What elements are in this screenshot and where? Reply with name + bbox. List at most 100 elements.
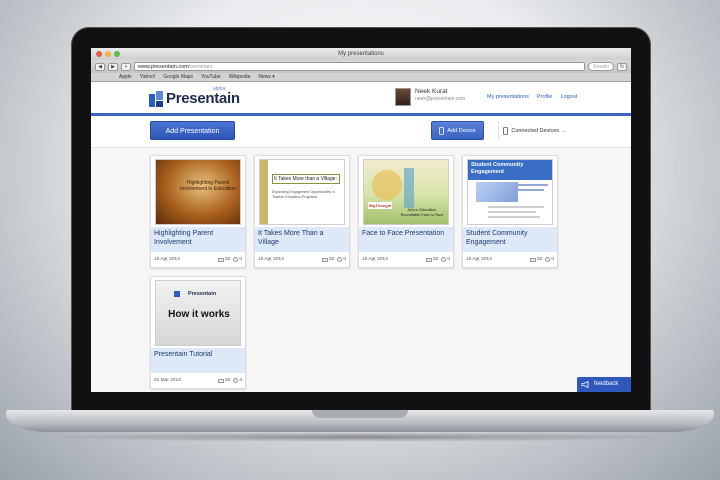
slide-thumbnail[interactable]: BigThought Arts in Education Roundtable …: [363, 159, 449, 225]
browser-toolbar: ◀ ▶ + www.presentain.com/seminars Reader…: [91, 60, 631, 73]
view-count: 0: [239, 257, 242, 262]
thumbnail-brand: Presentain: [174, 291, 216, 297]
presentation-date: 15 Apr 2013: [258, 257, 284, 262]
laptop-shadow: [40, 432, 680, 442]
bookmark-yahoo[interactable]: Yahoo!: [140, 74, 155, 80]
presentation-meta: 01 Mar 2013 32 4: [154, 378, 242, 383]
refresh-icon[interactable]: ↻: [617, 62, 627, 71]
window-title: My presentations: [338, 51, 384, 57]
presentation-meta: 15 Apr 2013 32 0: [258, 257, 346, 262]
presentation-title[interactable]: Student Community Engagement: [463, 227, 557, 252]
slide-count: 32: [224, 378, 231, 383]
slide-count: 32: [432, 257, 439, 262]
nav-profile[interactable]: Profile: [537, 94, 553, 100]
slide-count: 32: [536, 257, 543, 262]
maximize-window-button[interactable]: [114, 51, 120, 57]
bookmarks-bar: Apple Yahoo! Google Maps YouTube Wikiped…: [91, 73, 631, 82]
bookmark-google-maps[interactable]: Google Maps: [163, 74, 193, 80]
slides-icon: [217, 257, 224, 262]
views-icon: [233, 257, 239, 262]
presentation-card[interactable]: It Takes More than a Village: Expanding …: [254, 155, 350, 268]
user-name: Neek Kurat: [415, 88, 448, 95]
presentation-meta: 15 Apr 2013 32 0: [154, 257, 242, 262]
presentation-card[interactable]: Highlighting Parent Involvement in Educa…: [150, 155, 246, 268]
slides-icon: [321, 257, 328, 262]
thumbnail-text: It Takes More than a Village:: [272, 174, 340, 184]
bookmark-youtube[interactable]: YouTube: [201, 74, 221, 80]
presentation-title[interactable]: It Takes More Than a Village: [255, 227, 349, 252]
bookmark-news[interactable]: News ▾: [258, 74, 274, 80]
view-count: 0: [447, 257, 450, 262]
presentation-date: 01 Mar 2013: [154, 378, 181, 383]
device-icon: [503, 126, 509, 135]
presentation-card[interactable]: Presentain How it works Presentain Tutor…: [150, 276, 246, 389]
header-nav: My presentations Profile Logout: [487, 94, 577, 100]
presentation-title[interactable]: Face to Face Presentation: [359, 227, 453, 252]
presentation-title[interactable]: Presentain Tutorial: [151, 348, 245, 373]
presentation-date: 15 Apr 2013: [362, 257, 388, 262]
thumbnail-brand: BigThought: [368, 202, 393, 209]
connected-devices-dropdown[interactable]: Connected Devices ⌄: [498, 121, 571, 140]
screen: My presentations ◀ ▶ + www.presentain.co…: [91, 48, 631, 392]
views-icon: [337, 257, 343, 262]
slide-thumbnail[interactable]: Student Community Engagement: [467, 159, 553, 225]
slides-icon: [529, 257, 536, 262]
app-header: Presentain alpha Neek Kurat neek@present…: [91, 82, 631, 116]
url-path: /seminars: [188, 64, 213, 70]
user-info: Neek Kurat neek@presentain.com: [395, 88, 465, 106]
slide-thumbnail[interactable]: Highlighting Parent Involvement in Educa…: [155, 159, 241, 225]
nav-my-presentations[interactable]: My presentations: [487, 94, 529, 100]
browser-titlebar: My presentations: [91, 48, 631, 60]
window-controls: [96, 51, 120, 57]
slides-icon: [217, 378, 224, 383]
bookmark-wikipedia[interactable]: Wikipedia: [229, 74, 251, 80]
minimize-window-button[interactable]: [105, 51, 111, 57]
logo-alpha-tag: alpha: [213, 86, 226, 92]
view-count: 4: [239, 378, 242, 383]
add-device-label: Add Device: [447, 127, 476, 134]
reader-button[interactable]: Reader: [588, 62, 614, 71]
add-presentation-button[interactable]: Add Presentation: [150, 121, 235, 140]
share-button[interactable]: +: [121, 62, 131, 71]
thumbnail-text: Arts in Education Roundtable Face to Fac…: [400, 208, 444, 217]
views-icon: [441, 257, 447, 262]
slide-thumbnail[interactable]: Presentain How it works: [155, 280, 241, 346]
url-host: www.presentain.com: [138, 64, 189, 70]
logo-text: Presentain: [166, 90, 240, 107]
slides-icon: [425, 257, 432, 262]
slide-count: 32: [224, 257, 231, 262]
address-bar[interactable]: www.presentain.com/seminars: [134, 62, 585, 71]
phone-icon: [439, 126, 445, 135]
views-icon: [233, 378, 239, 383]
connected-devices-label: Connected Devices: [511, 127, 560, 134]
laptop-notch: [312, 410, 408, 418]
bookmark-apple[interactable]: Apple: [119, 74, 132, 80]
presentation-date: 15 Apr 2013: [466, 257, 492, 262]
thumbnail-text: How it works: [168, 309, 230, 320]
user-email: neek@presentain.com: [415, 96, 466, 102]
view-count: 0: [343, 257, 346, 262]
action-bar: Add Presentation Add Device Connected De…: [91, 116, 631, 148]
slide-thumbnail[interactable]: It Takes More than a Village: Expanding …: [259, 159, 345, 225]
avatar: [395, 88, 411, 106]
thumbnail-text: Highlighting Parent Involvement in Educa…: [180, 180, 236, 192]
presentation-meta: 15 Apr 2013 32 0: [466, 257, 554, 262]
forward-button[interactable]: ▶: [108, 62, 118, 71]
presentation-card[interactable]: Student Community Engagement Student Com…: [462, 155, 558, 268]
slide-count: 32: [328, 257, 335, 262]
presentation-meta: 15 Apr 2013 32 0: [362, 257, 450, 262]
presentain-logo-icon: [149, 90, 163, 107]
add-device-button[interactable]: Add Device: [431, 121, 484, 140]
feedback-button[interactable]: feedback: [577, 377, 631, 392]
thumbnail-text: Student Community Engagement: [468, 160, 552, 180]
view-count: 0: [551, 257, 554, 262]
nav-logout[interactable]: Logout: [560, 94, 577, 100]
logo[interactable]: Presentain alpha: [149, 86, 240, 107]
presentation-date: 15 Apr 2013: [154, 257, 180, 262]
presentation-title[interactable]: Highlighting Parent Involvement: [151, 227, 245, 252]
close-window-button[interactable]: [96, 51, 102, 57]
feedback-label: feedback: [594, 381, 619, 387]
back-button[interactable]: ◀: [95, 62, 105, 71]
presentation-card[interactable]: BigThought Arts in Education Roundtable …: [358, 155, 454, 268]
megaphone-icon: [581, 381, 589, 388]
